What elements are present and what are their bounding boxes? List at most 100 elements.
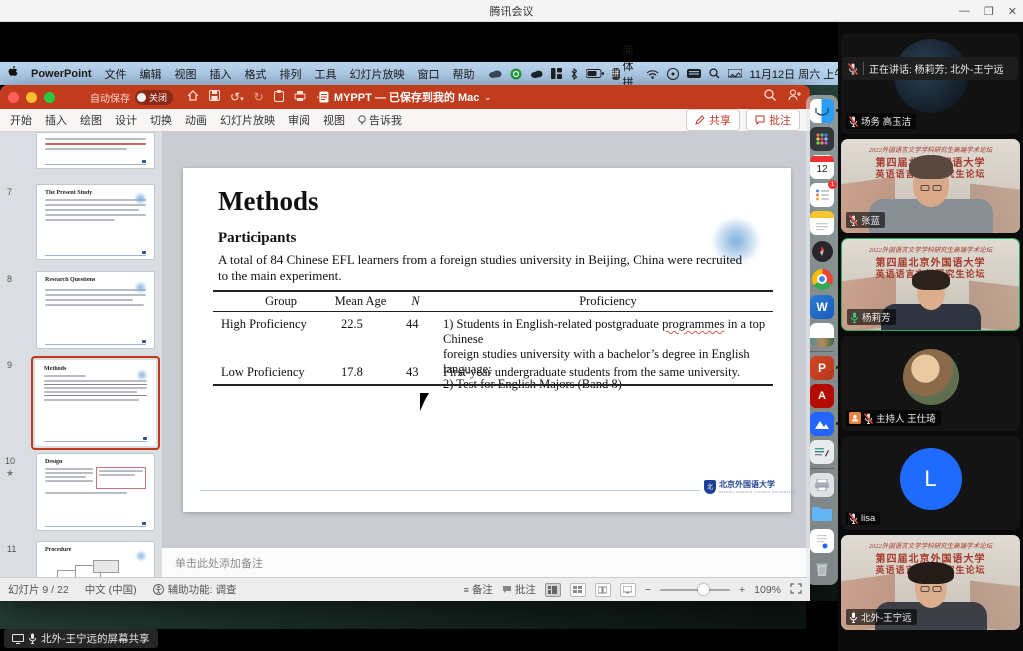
mac-zoom-button[interactable] — [44, 92, 55, 103]
reading-view-button[interactable] — [595, 583, 611, 597]
tab-animations[interactable]: 动画 — [185, 112, 207, 128]
autosave-toggle[interactable]: 关闭 — [135, 90, 173, 105]
search-icon[interactable] — [709, 68, 720, 79]
menu-arrange[interactable]: 排列 — [280, 66, 302, 82]
menu-format[interactable]: 格式 — [245, 66, 267, 82]
tab-design[interactable]: 设计 — [115, 112, 137, 128]
battery-icon[interactable] — [586, 69, 604, 78]
video-tile-gaoyujie[interactable]: 场务 高玉洁 — [841, 33, 1020, 134]
tab-insert[interactable]: 插入 — [45, 112, 67, 128]
speaker-notes-area[interactable]: 单击此处添加备注 — [162, 547, 810, 577]
powerpoint-icon[interactable]: P — [810, 356, 834, 380]
tab-transitions[interactable]: 切换 — [150, 112, 172, 128]
title-chevron-icon[interactable]: ⌄ — [484, 93, 491, 102]
undo-icon[interactable]: ↺▾ — [230, 90, 244, 104]
keyboard-icon[interactable] — [687, 69, 701, 78]
share-user-icon[interactable] — [788, 88, 802, 106]
tab-home[interactable]: 开始 — [10, 112, 32, 128]
reminders-badge: 1 — [828, 180, 837, 189]
screen-mirroring-icon[interactable] — [728, 69, 742, 79]
zoom-in-button[interactable]: + — [739, 584, 745, 596]
video-tile-host-wangshiqi[interactable]: 主持人 王仕琦 — [841, 336, 1020, 431]
mac-close-button[interactable] — [8, 92, 19, 103]
zoom-out-button[interactable]: − — [645, 584, 651, 596]
window-tiles-icon[interactable] — [551, 68, 562, 79]
print-icon[interactable] — [294, 90, 306, 104]
calendar-icon[interactable]: 12 — [810, 155, 834, 179]
notes-toggle-button[interactable]: ≡备注 — [464, 582, 493, 597]
trash-icon[interactable] — [810, 557, 834, 581]
video-tile-zhanglan[interactable]: 2022外国语言文学学科研究生高端学术论坛 第四届北京外国语大学 英语语言文学研… — [841, 139, 1020, 233]
printer-icon[interactable] — [810, 473, 834, 497]
chrome-icon[interactable] — [810, 267, 834, 291]
menu-slideshow[interactable]: 幻灯片放映 — [350, 66, 405, 82]
zoom-slider[interactable] — [660, 589, 730, 591]
thumbnail-slide-7[interactable]: The Present Study — [36, 184, 155, 260]
acrobat-icon[interactable]: A — [810, 384, 834, 408]
word-icon[interactable]: W — [810, 295, 834, 319]
thumbnail-slide-8[interactable]: Research Questions — [36, 271, 155, 349]
tencent-meeting-icon[interactable] — [810, 412, 834, 436]
zoom-slider-knob[interactable] — [698, 584, 709, 595]
launchpad-icon[interactable] — [810, 127, 834, 151]
menu-help[interactable]: 帮助 — [453, 66, 475, 82]
documents-icon[interactable] — [810, 529, 834, 553]
notes-icon[interactable] — [810, 211, 834, 235]
participants-sidebar: 场务 高玉洁 正在讲话: 杨莉芳; 北外-王宁远 2022外国语言文学学科研究生… — [838, 22, 1023, 651]
control-center-icon[interactable] — [667, 68, 679, 80]
comments-button[interactable]: 批注 — [746, 109, 800, 131]
close-button[interactable]: ✕ — [1008, 5, 1017, 18]
tab-draw[interactable]: 绘图 — [80, 112, 102, 128]
dark-cloud-icon[interactable] — [530, 69, 543, 78]
folder-icon[interactable] — [810, 501, 834, 525]
slide-sorter-view-button[interactable] — [570, 583, 586, 597]
slideshow-view-button[interactable] — [620, 583, 636, 597]
preview-icon[interactable] — [810, 323, 834, 347]
mac-minimize-button[interactable] — [26, 92, 37, 103]
video-tile-lisa[interactable]: L lisa — [841, 436, 1020, 530]
finder-icon[interactable] — [810, 99, 834, 123]
minimize-button[interactable]: — — [959, 5, 970, 17]
menu-insert[interactable]: 插入 — [210, 66, 232, 82]
thumb-title: The Present Study — [45, 190, 146, 196]
video-tile-yanglifang-speaking[interactable]: 2022外国语言文学学科研究生高端学术论坛 第四届北京外国语大学 英语语言文学研… — [841, 238, 1020, 331]
status-language[interactable]: 中文 (中国) — [85, 582, 137, 597]
thumbnail-slide-6-partial[interactable] — [36, 132, 155, 169]
home-icon[interactable] — [187, 90, 199, 104]
current-slide[interactable]: Methods Participants A total of 84 Chine… — [183, 168, 791, 512]
tab-review[interactable]: 审阅 — [288, 112, 310, 128]
thumbnail-slide-11[interactable]: Procedure — [36, 541, 155, 577]
menu-tools[interactable]: 工具 — [315, 66, 337, 82]
menu-window[interactable]: 窗口 — [418, 66, 440, 82]
clipboard-icon[interactable] — [274, 90, 284, 105]
comments-toggle-button[interactable]: 批注 — [502, 582, 536, 597]
ppt-search-icon[interactable] — [764, 88, 776, 106]
bluetooth-icon[interactable] — [570, 68, 578, 80]
video-tile-wangningyuan[interactable]: 2022外国语言文学学科研究生高端学术论坛 第四届北京外国语大学 英语语言文学研… — [841, 535, 1020, 630]
cloud-icon[interactable] — [488, 69, 502, 78]
menu-view[interactable]: 视图 — [175, 66, 197, 82]
apple-icon[interactable] — [8, 66, 18, 81]
restore-button[interactable]: ❐ — [984, 5, 994, 18]
ppt-doc-title[interactable]: MYPPT — 已保存到我的 Mac — [334, 89, 479, 105]
safari-icon[interactable] — [810, 239, 834, 263]
redo-icon[interactable]: ↻ — [254, 90, 264, 104]
zoom-percentage[interactable]: 109% — [754, 584, 781, 596]
share-button[interactable]: 共享 — [686, 109, 740, 131]
wifi-icon[interactable] — [646, 69, 659, 79]
thumbnail-slide-10[interactable]: Design — [36, 453, 155, 531]
text-editor-icon[interactable] — [810, 440, 834, 464]
green-app-icon[interactable] — [510, 68, 522, 80]
menu-file[interactable]: 文件 — [105, 66, 127, 82]
tab-tell-me[interactable]: 告诉我 — [358, 112, 402, 128]
reminders-icon[interactable]: 1 — [810, 183, 834, 207]
normal-view-button[interactable] — [545, 583, 561, 597]
thumbnail-slide-9-selected[interactable]: Methods — [35, 360, 156, 446]
menu-edit[interactable]: 编辑 — [140, 66, 162, 82]
fit-to-window-button[interactable] — [790, 583, 802, 597]
tab-slideshow[interactable]: 幻灯片放映 — [220, 112, 275, 128]
menu-app-name[interactable]: PowerPoint — [31, 68, 92, 80]
save-icon[interactable] — [209, 90, 220, 104]
status-accessibility[interactable]: 辅助功能: 调查 — [153, 582, 237, 597]
tab-view[interactable]: 视图 — [323, 112, 345, 128]
